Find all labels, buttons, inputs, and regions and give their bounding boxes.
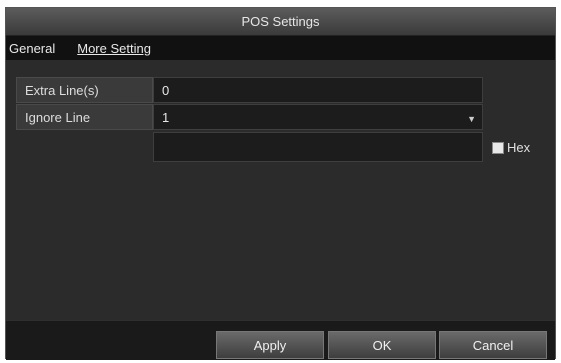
- tab-bar: General More Setting: [6, 36, 555, 60]
- ignore-line-value: 1: [162, 109, 170, 125]
- pos-settings-dialog: POS Settings General More Setting Extra …: [5, 7, 556, 360]
- dialog-footer: Apply OK Cancel: [6, 320, 555, 360]
- ignore-line-select[interactable]: 1 ▼: [153, 104, 483, 130]
- extra-lines-input[interactable]: 0: [153, 77, 483, 103]
- ok-button[interactable]: OK: [328, 331, 436, 359]
- ignore-text-input[interactable]: [153, 132, 483, 162]
- dialog-title: POS Settings: [6, 8, 555, 36]
- chevron-down-icon[interactable]: ▼: [467, 114, 476, 124]
- hex-checkbox[interactable]: [492, 141, 504, 154]
- extra-lines-row: Extra Line(s) 0: [16, 77, 483, 103]
- apply-button[interactable]: Apply: [216, 331, 324, 359]
- tab-general[interactable]: General: [6, 37, 64, 59]
- extra-lines-label: Extra Line(s): [16, 77, 153, 103]
- tab-more-setting[interactable]: More Setting: [74, 37, 160, 59]
- ignore-line-row: Ignore Line 1 ▼: [16, 104, 483, 130]
- hex-option[interactable]: Hex: [492, 140, 530, 155]
- settings-panel: Extra Line(s) 0 Ignore Line 1 ▼ Hex: [6, 60, 555, 320]
- cancel-button[interactable]: Cancel: [439, 331, 547, 359]
- hex-label: Hex: [507, 140, 531, 155]
- ignore-line-label: Ignore Line: [16, 104, 153, 130]
